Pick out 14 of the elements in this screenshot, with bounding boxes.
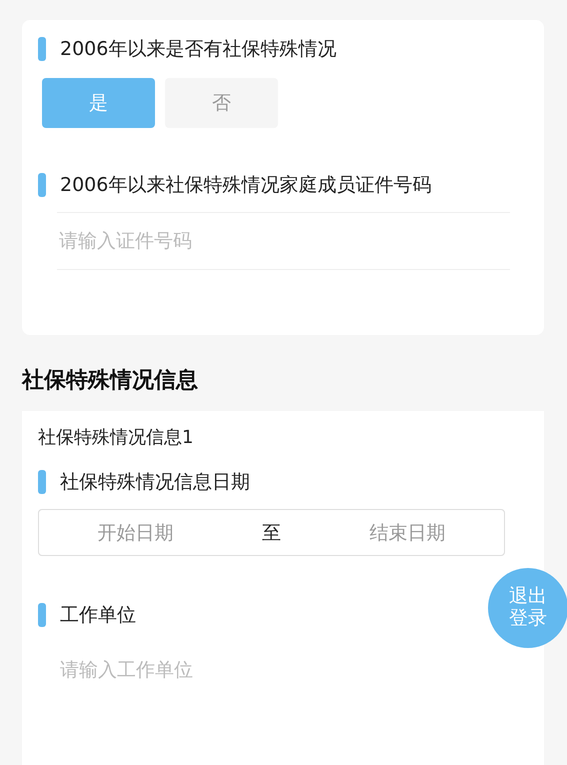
field-label: 2006年以来社保特殊情况家庭成员证件号码 [60, 173, 432, 198]
field-label: 2006年以来是否有社保特殊情况 [60, 37, 336, 62]
option-button[interactable]: 否 [165, 78, 278, 128]
range-separator: 至 [262, 520, 281, 546]
entry-title: 社保特殊情况信息1 [38, 426, 194, 449]
input-field[interactable]: 请输入证件号码 [57, 212, 510, 270]
accent-bar [38, 37, 46, 61]
field-label: 工作单位 [60, 603, 136, 628]
option-button[interactable]: 是 [42, 78, 155, 128]
accent-bar [38, 603, 46, 627]
accent-bar [38, 470, 46, 494]
accent-bar [38, 173, 46, 197]
field-label: 社保特殊情况信息日期 [60, 470, 250, 495]
section-title: 社保特殊情况信息 [22, 367, 199, 395]
